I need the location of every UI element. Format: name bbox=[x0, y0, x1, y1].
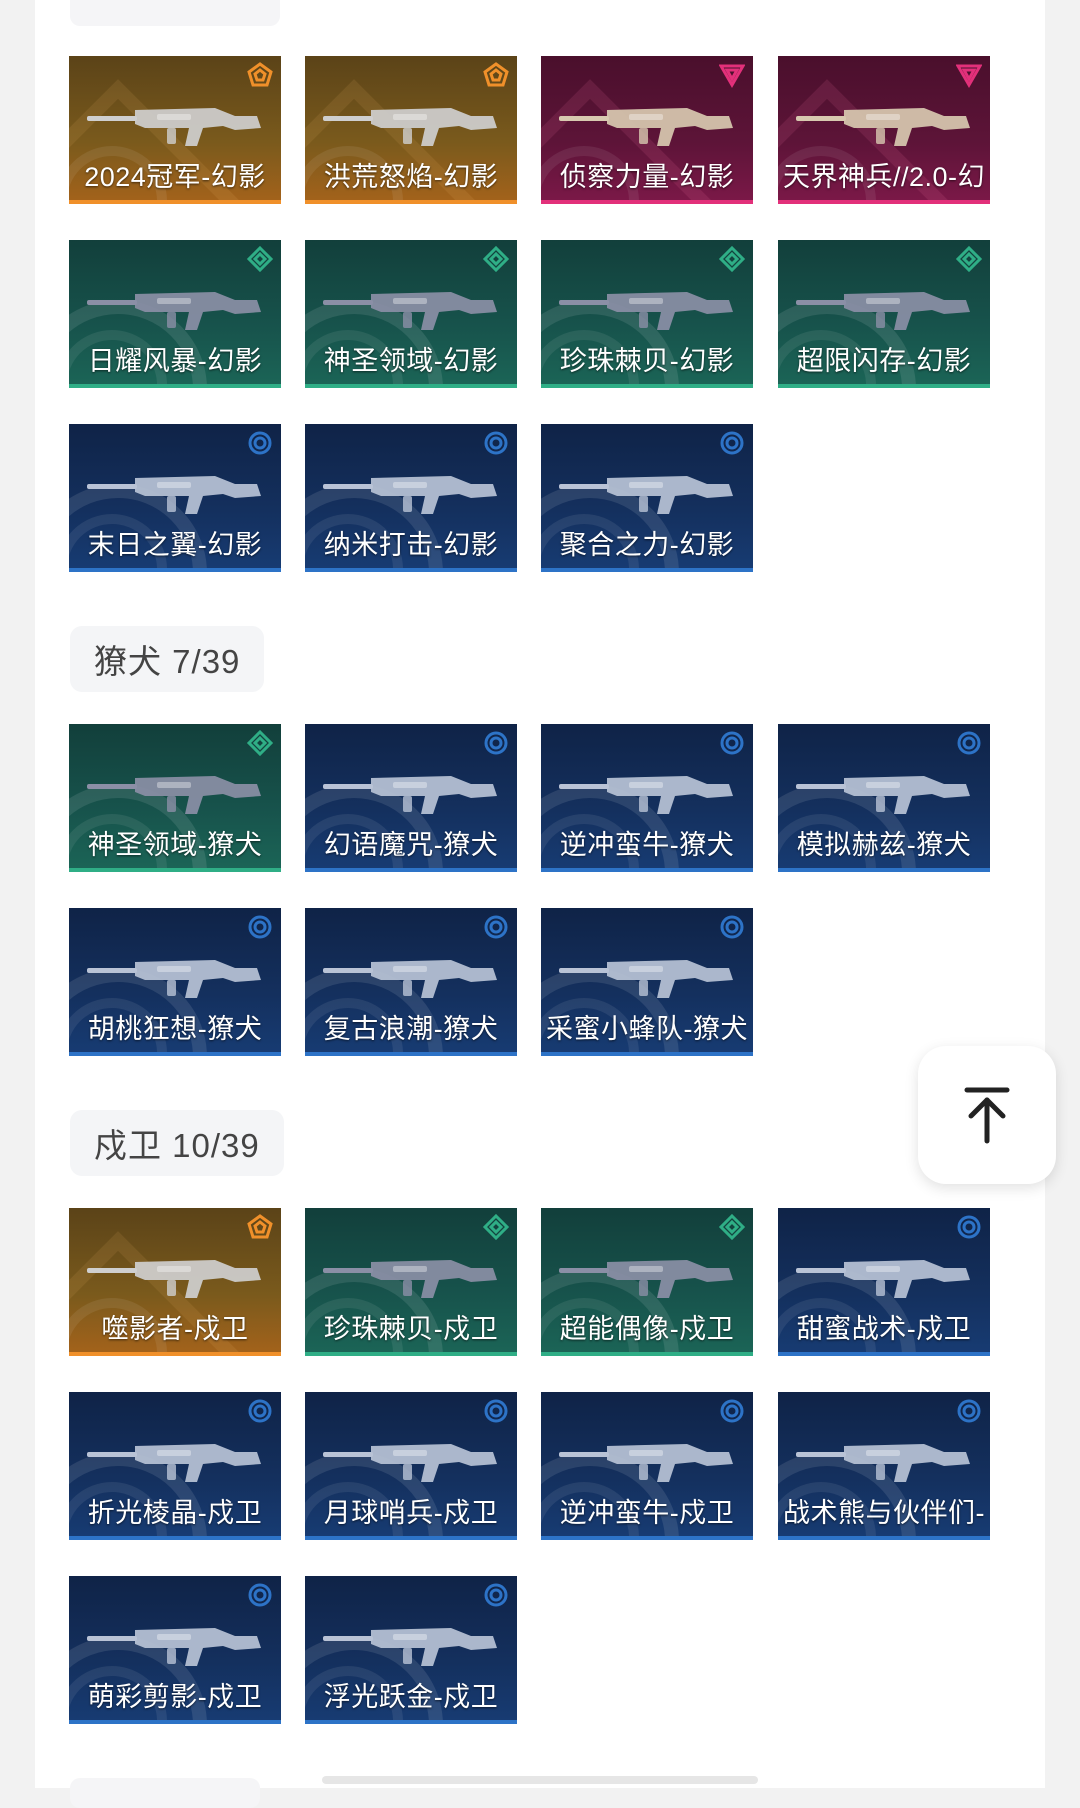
circle-tier-icon bbox=[719, 1398, 745, 1424]
skin-name: 战术熊与伙伴们- bbox=[783, 1498, 985, 1528]
skin-name: 逆冲蛮牛-獠犬 bbox=[559, 830, 735, 860]
skin-name: 甜蜜战术-戍卫 bbox=[796, 1314, 972, 1344]
skin-name: 逆冲蛮牛-戍卫 bbox=[559, 1498, 735, 1528]
circle-tier-icon bbox=[719, 430, 745, 456]
circle-tier-icon bbox=[247, 914, 273, 940]
circle-tier-icon bbox=[719, 730, 745, 756]
skin-tile[interactable]: 神圣领域-獠犬 bbox=[69, 724, 281, 872]
skin-tile[interactable]: 幻语魔咒-獠犬 bbox=[305, 724, 517, 872]
skin-name: 洪荒怒焰-幻影 bbox=[323, 162, 499, 192]
pentagon-tier-icon bbox=[483, 62, 509, 88]
skin-name: 萌彩剪影-戍卫 bbox=[87, 1682, 263, 1712]
skin-tile[interactable]: 萌彩剪影-戍卫 bbox=[69, 1576, 281, 1724]
circle-tier-icon bbox=[483, 1582, 509, 1608]
skin-name: 胡桃狂想-獠犬 bbox=[87, 1014, 263, 1044]
section-title: 戍卫 10/39 bbox=[70, 1110, 284, 1176]
skin-name: 日耀风暴-幻影 bbox=[87, 346, 263, 376]
circle-tier-icon bbox=[956, 1214, 982, 1240]
circle-tier-icon bbox=[247, 1398, 273, 1424]
skin-tile[interactable]: 月球哨兵-戍卫 bbox=[305, 1392, 517, 1540]
circle-tier-icon bbox=[719, 914, 745, 940]
triangle-tier-icon bbox=[718, 62, 746, 88]
skin-name: 末日之翼-幻影 bbox=[87, 530, 263, 560]
skin-name: 模拟赫兹-獠犬 bbox=[796, 830, 972, 860]
circle-tier-icon bbox=[247, 1582, 273, 1608]
skin-tile[interactable]: 折光棱晶-戍卫 bbox=[69, 1392, 281, 1540]
skin-tile[interactable]: 甜蜜战术-戍卫 bbox=[778, 1208, 990, 1356]
skin-name: 折光棱晶-戍卫 bbox=[87, 1498, 263, 1528]
skin-tile[interactable]: 天界神兵//2.0-幻 bbox=[778, 56, 990, 204]
skin-tile[interactable]: 超能偶像-戍卫 bbox=[541, 1208, 753, 1356]
skin-name: 幻语魔咒-獠犬 bbox=[323, 830, 499, 860]
pentagon-tier-icon bbox=[247, 62, 273, 88]
skin-name: 珍珠棘贝-幻影 bbox=[559, 346, 735, 376]
skin-name: 噬影者-戍卫 bbox=[101, 1314, 249, 1344]
skin-tile[interactable]: 日耀风暴-幻影 bbox=[69, 240, 281, 388]
circle-tier-icon bbox=[483, 430, 509, 456]
skin-tile[interactable]: 末日之翼-幻影 bbox=[69, 424, 281, 572]
skin-tile[interactable]: 2024冠军-幻影 bbox=[69, 56, 281, 204]
circle-tier-icon bbox=[956, 1398, 982, 1424]
skin-tile[interactable]: 模拟赫兹-獠犬 bbox=[778, 724, 990, 872]
skin-name: 超限闪存-幻影 bbox=[796, 346, 972, 376]
skin-name: 浮光跃金-戍卫 bbox=[323, 1682, 499, 1712]
diamond-tier-icon bbox=[955, 245, 983, 273]
skin-name: 月球哨兵-戍卫 bbox=[323, 1498, 499, 1528]
pentagon-tier-icon bbox=[247, 1214, 273, 1240]
home-indicator bbox=[322, 1776, 758, 1784]
skin-tile[interactable]: 胡桃狂想-獠犬 bbox=[69, 908, 281, 1056]
skin-name: 复古浪潮-獠犬 bbox=[323, 1014, 499, 1044]
diamond-tier-icon bbox=[482, 1213, 510, 1241]
skin-name: 聚合之力-幻影 bbox=[559, 530, 735, 560]
diamond-tier-icon bbox=[718, 245, 746, 273]
skin-name: 纳米打击-幻影 bbox=[323, 530, 499, 560]
diamond-tier-icon bbox=[718, 1213, 746, 1241]
skin-name: 神圣领域-幻影 bbox=[323, 346, 499, 376]
skin-tile[interactable]: 战术熊与伙伴们- bbox=[778, 1392, 990, 1540]
section-title: 獠犬 7/39 bbox=[70, 626, 265, 692]
circle-tier-icon bbox=[483, 730, 509, 756]
circle-tier-icon bbox=[956, 730, 982, 756]
skin-tile[interactable]: 逆冲蛮牛-戍卫 bbox=[541, 1392, 753, 1540]
skin-tile[interactable]: 神圣领域-幻影 bbox=[305, 240, 517, 388]
skin-name: 天界神兵//2.0-幻 bbox=[782, 162, 986, 192]
skin-tile[interactable]: 纳米打击-幻影 bbox=[305, 424, 517, 572]
triangle-tier-icon bbox=[955, 62, 983, 88]
skin-tile[interactable]: 侦察力量-幻影 bbox=[541, 56, 753, 204]
skin-name: 侦察力量-幻影 bbox=[559, 162, 735, 192]
scroll-to-top-button[interactable] bbox=[918, 1046, 1056, 1184]
skin-name: 超能偶像-戍卫 bbox=[559, 1314, 735, 1344]
skin-name: 采蜜小蜂队-獠犬 bbox=[546, 1014, 748, 1044]
diamond-tier-icon bbox=[482, 245, 510, 273]
next-section-header-cutoff bbox=[70, 1778, 260, 1808]
skin-tile[interactable]: 噬影者-戍卫 bbox=[69, 1208, 281, 1356]
skin-name: 珍珠棘贝-戍卫 bbox=[323, 1314, 499, 1344]
skin-tile[interactable]: 洪荒怒焰-幻影 bbox=[305, 56, 517, 204]
skin-tile[interactable]: 珍珠棘贝-幻影 bbox=[541, 240, 753, 388]
skin-tile[interactable]: 珍珠棘贝-戍卫 bbox=[305, 1208, 517, 1356]
skin-tile[interactable]: 采蜜小蜂队-獠犬 bbox=[541, 908, 753, 1056]
section-header-cutoff bbox=[70, 0, 280, 26]
arrow-up-to-top-icon bbox=[964, 1087, 1010, 1144]
skin-name: 2024冠军-幻影 bbox=[84, 162, 266, 192]
skin-tile[interactable]: 超限闪存-幻影 bbox=[778, 240, 990, 388]
diamond-tier-icon bbox=[246, 729, 274, 757]
circle-tier-icon bbox=[247, 430, 273, 456]
skin-tile[interactable]: 逆冲蛮牛-獠犬 bbox=[541, 724, 753, 872]
skin-tile[interactable]: 浮光跃金-戍卫 bbox=[305, 1576, 517, 1724]
circle-tier-icon bbox=[483, 914, 509, 940]
skin-tile[interactable]: 聚合之力-幻影 bbox=[541, 424, 753, 572]
skin-name: 神圣领域-獠犬 bbox=[87, 830, 263, 860]
diamond-tier-icon bbox=[246, 245, 274, 273]
skin-tile[interactable]: 复古浪潮-獠犬 bbox=[305, 908, 517, 1056]
circle-tier-icon bbox=[483, 1398, 509, 1424]
